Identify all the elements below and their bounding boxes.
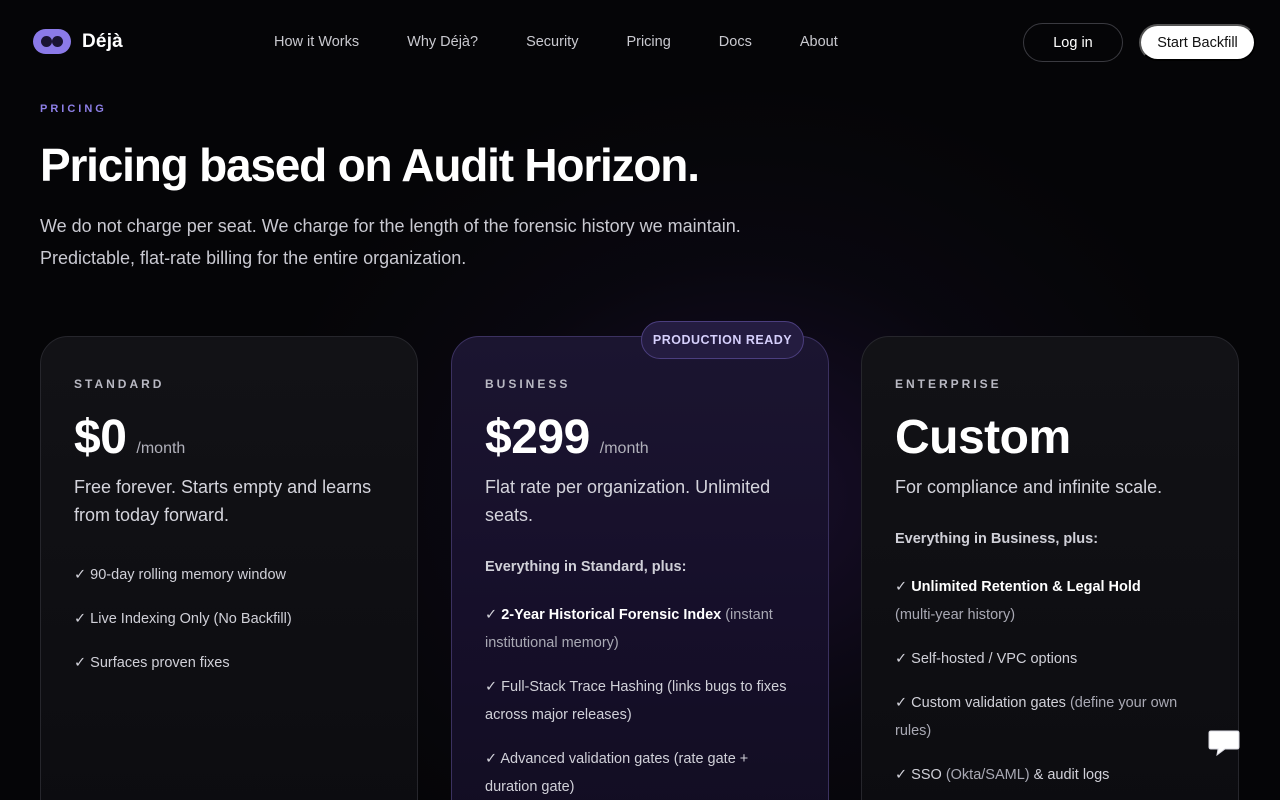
brand-logo[interactable]: Déjà	[33, 29, 123, 54]
plan-includes-heading: Everything in Business, plus:	[895, 531, 1099, 547]
plan-feature: ✓ Live Indexing Only (No Backfill)	[74, 611, 292, 627]
hero-subtitle-line-2: Predictable, flat-rate billing for the e…	[40, 248, 467, 268]
plan-period: /month	[136, 440, 186, 457]
login-button[interactable]: Log in	[1023, 23, 1123, 62]
top-navigation: Déjà How it Works Why Déjà? Security Pri…	[0, 0, 1280, 86]
nav-links: How it Works Why Déjà? Security Pricing …	[274, 34, 886, 50]
plan-feature: ✓ Unlimited Retention & Legal Hold (multi…	[895, 579, 1141, 623]
nav-link-about[interactable]: About	[800, 34, 838, 50]
logo-mark-icon	[33, 29, 71, 54]
plan-feature-list: ✓ 2-Year Historical Forensic Index (inst…	[485, 601, 800, 800]
plan-price: $0	[74, 411, 127, 464]
plan-price-row: Custom	[895, 410, 1071, 465]
plan-price-row: $299 /month	[485, 410, 649, 465]
plan-feature: ✓ 90-day rolling memory window	[74, 567, 287, 583]
plan-period: /month	[599, 440, 649, 457]
brand-name: Déjà	[82, 30, 123, 52]
plan-feature-list: ✓ Unlimited Retention & Legal Hold (multi…	[895, 573, 1210, 800]
plan-feature: ✓ Full-Stack Trace Hashing (links bugs t…	[485, 679, 787, 723]
production-ready-badge: PRODUCTION READY	[641, 321, 804, 359]
plan-feature: ✓ Surfaces proven fixes	[74, 655, 230, 671]
nav-link-docs[interactable]: Docs	[719, 34, 752, 50]
hero-subtitle: We do not charge per seat. We charge for…	[40, 210, 800, 274]
plan-description: Flat rate per organization. Unlimited se…	[485, 477, 771, 525]
plan-feature-list: ✓ 90-day rolling memory window ✓ Live In…	[74, 561, 389, 693]
plan-tier-label: BUSINESS	[485, 377, 571, 391]
start-backfill-button[interactable]: Start Backfill	[1139, 24, 1256, 61]
plan-feature: ✓ Advanced validation gates (rate gate +…	[485, 751, 749, 795]
plan-price: $299	[485, 411, 590, 464]
hero-subtitle-line-1: We do not charge per seat. We charge for…	[40, 216, 741, 236]
nav-link-pricing[interactable]: Pricing	[626, 34, 670, 50]
section-eyebrow: PRICING	[40, 103, 107, 115]
plan-card-business: BUSINESS $299 /month Flat rate per organ…	[451, 336, 829, 800]
plan-feature: ✓ SSO (Okta/SAML) & audit logs	[895, 767, 1110, 783]
nav-link-how-it-works[interactable]: How it Works	[274, 34, 359, 50]
nav-link-security[interactable]: Security	[526, 34, 578, 50]
plan-description: For compliance and infinite scale.	[895, 477, 1163, 497]
plan-includes-heading: Everything in Standard, plus:	[485, 559, 687, 575]
plan-price: Custom	[895, 411, 1071, 464]
page-title: Pricing based on Audit Horizon.	[40, 139, 700, 191]
plan-tier-label: STANDARD	[74, 377, 165, 391]
plan-price-row: $0 /month	[74, 410, 185, 465]
plan-description: Free forever. Starts empty and learns fr…	[74, 477, 372, 525]
plan-feature: ✓ Custom validation gates (define your o…	[895, 695, 1178, 739]
plan-card-enterprise: ENTERPRISE Custom For compliance and inf…	[861, 336, 1239, 800]
plan-tier-label: ENTERPRISE	[895, 377, 1002, 391]
chat-bubble-icon[interactable]	[1207, 728, 1241, 757]
plan-feature: ✓ Self-hosted / VPC options	[895, 651, 1078, 667]
plan-feature: ✓ 2-Year Historical Forensic Index (inst…	[485, 607, 773, 651]
nav-link-why-deja[interactable]: Why Déjà?	[407, 34, 478, 50]
plan-card-standard: STANDARD $0 /month Free forever. Starts …	[40, 336, 418, 800]
